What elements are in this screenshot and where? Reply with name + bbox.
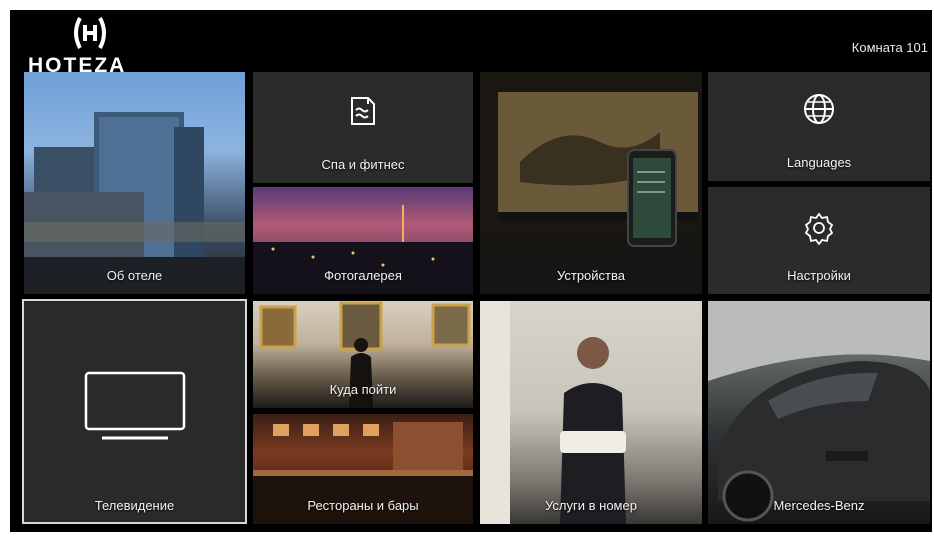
tile-about-hotel[interactable]: Об отеле (24, 72, 245, 294)
tile-settings[interactable]: Настройки (708, 187, 930, 294)
tile-label: Спа и фитнес (321, 157, 405, 172)
tile-label: Languages (786, 155, 852, 170)
home-screen: HOTEZA Комната 101 Об отеле Спа и фитнес (10, 10, 932, 532)
tile-spa-fitness[interactable]: Спа и фитнес (253, 72, 473, 183)
room-service-photo (480, 301, 626, 524)
tile-restaurants-bars[interactable]: Рестораны и бары (253, 414, 473, 524)
globe-icon (804, 94, 834, 124)
tile-label: Куда пойти (329, 382, 397, 397)
devices-photo (498, 92, 698, 247)
tile-label: Фотогалерея (324, 268, 402, 283)
car-photo (708, 301, 930, 522)
tile-label: Телевидение (94, 498, 175, 513)
hotel-photo (24, 112, 245, 294)
hoteza-logo: HOTEZA (28, 16, 153, 77)
tile-room-service[interactable]: Услуги в номер (480, 301, 702, 524)
spa-icon (351, 97, 375, 125)
room-label: Комната 101 (851, 40, 928, 55)
tile-label: Об отеле (106, 268, 163, 283)
tile-label: Mercedes-Benz (773, 498, 865, 513)
tv-icon (84, 371, 185, 440)
gear-icon (804, 212, 834, 245)
tile-label: Рестораны и бары (307, 498, 419, 513)
tile-photo-gallery[interactable]: Фотогалерея (253, 187, 473, 294)
tile-mercedes-benz[interactable]: Mercedes-Benz (708, 301, 930, 524)
tile-label: Настройки (787, 268, 851, 283)
tile-label: Услуги в номер (545, 498, 637, 513)
tile-television[interactable]: Телевидение (22, 299, 247, 524)
tile-languages[interactable]: Languages (708, 72, 930, 181)
logo-mark-icon (74, 17, 106, 49)
tile-label: Устройства (556, 268, 625, 283)
tile-where-to-go[interactable]: Куда пойти (253, 301, 473, 408)
tile-devices[interactable]: Устройства (480, 72, 702, 294)
